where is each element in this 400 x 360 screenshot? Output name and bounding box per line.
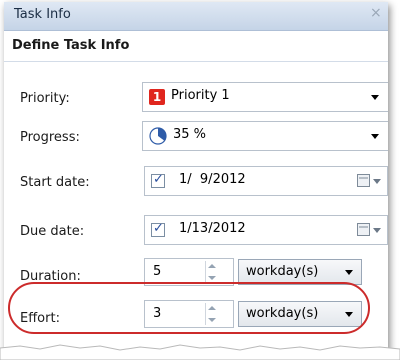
effort-spinner[interactable] xyxy=(205,303,217,325)
effort-unit-value: workday(s) xyxy=(246,306,319,321)
effort-value: 3 xyxy=(153,306,162,321)
effort-spin-input[interactable]: 3 xyxy=(144,300,234,328)
due-date-label: Due date: xyxy=(20,224,85,239)
due-date-value: 1/13/2012 xyxy=(179,221,246,236)
calendar-icon[interactable] xyxy=(357,174,373,188)
panel-titlebar: Task Info × xyxy=(4,2,388,31)
duration-spin-input[interactable]: 5 xyxy=(144,258,234,286)
calendar-icon[interactable] xyxy=(357,223,373,237)
chevron-down-icon[interactable] xyxy=(345,270,353,275)
progress-value: 35 % xyxy=(173,127,207,142)
section-title: Define Task Info xyxy=(12,38,130,53)
checkmark-icon: ✓ xyxy=(153,221,164,236)
effort-label: Effort: xyxy=(20,311,60,326)
chevron-down-icon[interactable] xyxy=(371,134,379,139)
task-info-panel: Task Info × Define Task Info Priority: 1… xyxy=(4,2,388,354)
due-date-picker[interactable]: ✓ 1/13/2012 xyxy=(144,215,388,245)
duration-spinner[interactable] xyxy=(205,261,217,283)
duration-unit-value: workday(s) xyxy=(246,264,319,279)
torn-edge-decoration xyxy=(0,344,400,360)
due-date-checkbox[interactable]: ✓ xyxy=(151,221,165,237)
duration-unit-select[interactable]: workday(s) xyxy=(238,259,362,285)
progress-pie-icon xyxy=(149,127,167,145)
chevron-down-icon[interactable] xyxy=(373,179,381,184)
priority-dropdown[interactable]: 1 Priority 1 xyxy=(142,82,388,112)
duration-value: 5 xyxy=(153,264,162,279)
progress-dropdown[interactable]: 35 % xyxy=(142,121,388,151)
effort-unit-select[interactable]: workday(s) xyxy=(238,301,362,327)
checkmark-icon: ✓ xyxy=(153,172,164,187)
spin-down-icon[interactable] xyxy=(208,318,216,322)
priority-value: Priority 1 xyxy=(171,88,230,103)
progress-label: Progress: xyxy=(20,130,80,145)
close-icon[interactable]: × xyxy=(370,5,382,21)
spin-up-icon[interactable] xyxy=(208,264,216,268)
start-date-value: 1/ 9/2012 xyxy=(179,172,246,187)
start-date-picker[interactable]: ✓ 1/ 9/2012 xyxy=(144,166,388,196)
duration-label: Duration: xyxy=(20,269,81,284)
chevron-down-icon[interactable] xyxy=(373,228,381,233)
chevron-down-icon[interactable] xyxy=(371,95,379,100)
panel-title: Task Info xyxy=(14,7,71,22)
spin-down-icon[interactable] xyxy=(208,276,216,280)
chevron-down-icon[interactable] xyxy=(345,312,353,317)
priority-label: Priority: xyxy=(20,91,70,106)
start-date-label: Start date: xyxy=(20,175,90,190)
spin-up-icon[interactable] xyxy=(208,306,216,310)
start-date-checkbox[interactable]: ✓ xyxy=(151,172,165,188)
section-header: Define Task Info xyxy=(4,31,388,62)
priority-flag-icon: 1 xyxy=(149,89,165,105)
